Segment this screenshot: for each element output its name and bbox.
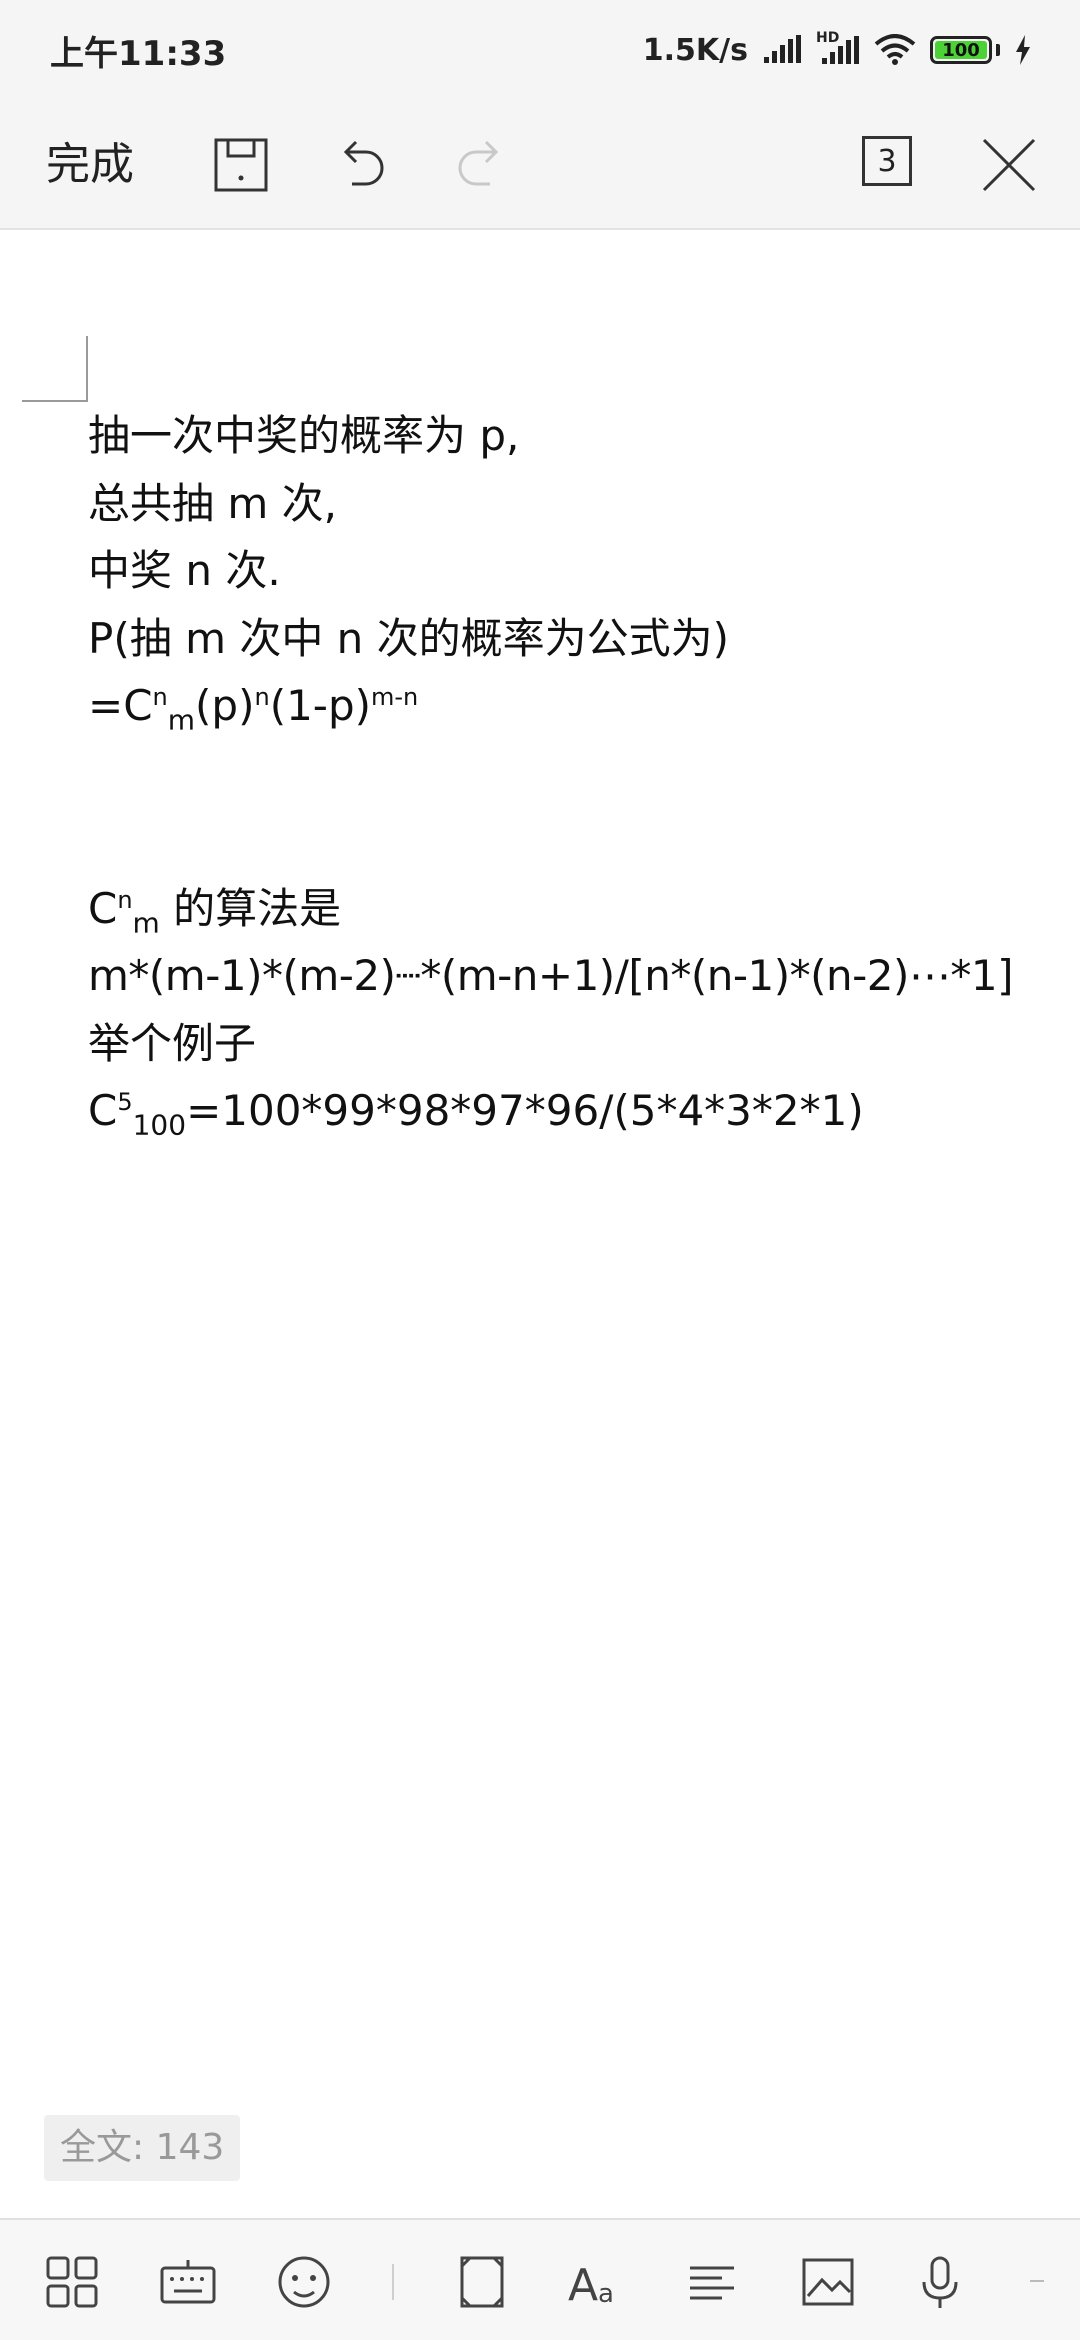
cnm-sup-n: n	[117, 885, 133, 914]
svg-text:A: A	[568, 2260, 598, 2311]
status-time: 上午11:33	[50, 33, 227, 74]
more-indicator	[1030, 2280, 1044, 2282]
example-c: C	[88, 1086, 118, 1135]
redo-icon[interactable]	[446, 130, 516, 200]
net-speed: 1.5K/s	[642, 32, 748, 68]
signal-icon	[764, 35, 801, 63]
grid-icon[interactable]	[42, 2252, 102, 2312]
wifi-icon	[874, 34, 916, 65]
close-icon[interactable]	[974, 130, 1044, 200]
doc-blank-line	[88, 740, 1048, 808]
formula-sup-n: n	[152, 683, 168, 711]
formula-1-p: (1-p)	[269, 681, 371, 730]
toolbar-separator	[392, 2264, 394, 2300]
charging-icon	[1016, 35, 1030, 65]
cnm-sub-m: m	[132, 905, 160, 939]
page-count-button[interactable]: 3	[862, 136, 912, 186]
formula-p: (p)	[195, 681, 255, 730]
microphone-icon[interactable]	[910, 2252, 970, 2312]
save-icon[interactable]	[206, 130, 276, 200]
cnm-text: 的算法是	[159, 883, 342, 933]
battery-cap	[996, 44, 1000, 56]
doc-line-6: Cnm 的算法是	[88, 875, 1048, 943]
doc-line-7: m*(m-1)*(m-2)┈*(m-n+1)/[n*(n-1)*(n-2)⋯*1…	[88, 951, 1014, 1000]
formula-sub-m: m	[167, 703, 196, 737]
page-count: 3	[877, 143, 897, 179]
svg-text:a: a	[598, 2279, 614, 2309]
doc-line-2: 总共抽 m 次,	[88, 478, 337, 528]
battery-icon: 100	[930, 36, 992, 64]
formula-sup-mn: m-n	[371, 683, 419, 711]
undo-icon[interactable]	[326, 130, 396, 200]
emoji-icon[interactable]	[274, 2252, 334, 2312]
document-body[interactable]: 抽一次中奖的概率为 p, 总共抽 m 次, 中奖 n 次. P(抽 m 次中 n…	[88, 402, 1048, 1145]
cnm-c: C	[88, 883, 118, 933]
formula-sup-n2: n	[254, 683, 270, 711]
page-corner-marker	[22, 336, 88, 402]
doc-line-4: P(抽 m 次中 n 次的概率为公式为)	[88, 613, 730, 663]
example-sub-100: 100	[132, 1108, 187, 1142]
example-sup-5: 5	[117, 1088, 133, 1116]
status-indicators: 1.5K/s HD 100	[642, 30, 1032, 68]
signal-hd-icon: HD	[816, 30, 860, 66]
doc-line-9: C5100=100*99*98*97*96/(5*4*3*2*1)	[88, 1077, 1048, 1145]
doc-blank-line	[88, 807, 1048, 875]
done-button[interactable]: 完成	[46, 130, 134, 200]
battery-level: 100	[942, 39, 980, 61]
align-icon[interactable]	[682, 2252, 742, 2312]
editor-toolbar: 完成 3	[0, 100, 1080, 230]
doc-line-1: 抽一次中奖的概率为 p,	[88, 411, 520, 460]
font-icon[interactable]: A a	[566, 2252, 626, 2312]
word-count-badge[interactable]: 全文: 143	[44, 2115, 241, 2181]
example-rest: =100*99*98*97*96/(5*4*3*2*1)	[186, 1086, 864, 1135]
signal-bars-icon	[822, 36, 859, 64]
doc-line-8: 举个例子	[88, 1018, 257, 1068]
fullscreen-icon[interactable]	[452, 2252, 512, 2312]
doc-line-5-formula: =Cnm(p)n(1-p)m-n	[88, 672, 1048, 740]
formula-eq: =C	[88, 681, 153, 730]
status-bar: 上午11:33 1.5K/s HD 100	[0, 0, 1080, 100]
image-icon[interactable]	[798, 2252, 858, 2312]
doc-line-3: 中奖 n 次.	[88, 546, 281, 595]
keyboard-icon[interactable]	[158, 2252, 218, 2312]
bottom-toolbar: A a	[0, 2218, 1080, 2340]
